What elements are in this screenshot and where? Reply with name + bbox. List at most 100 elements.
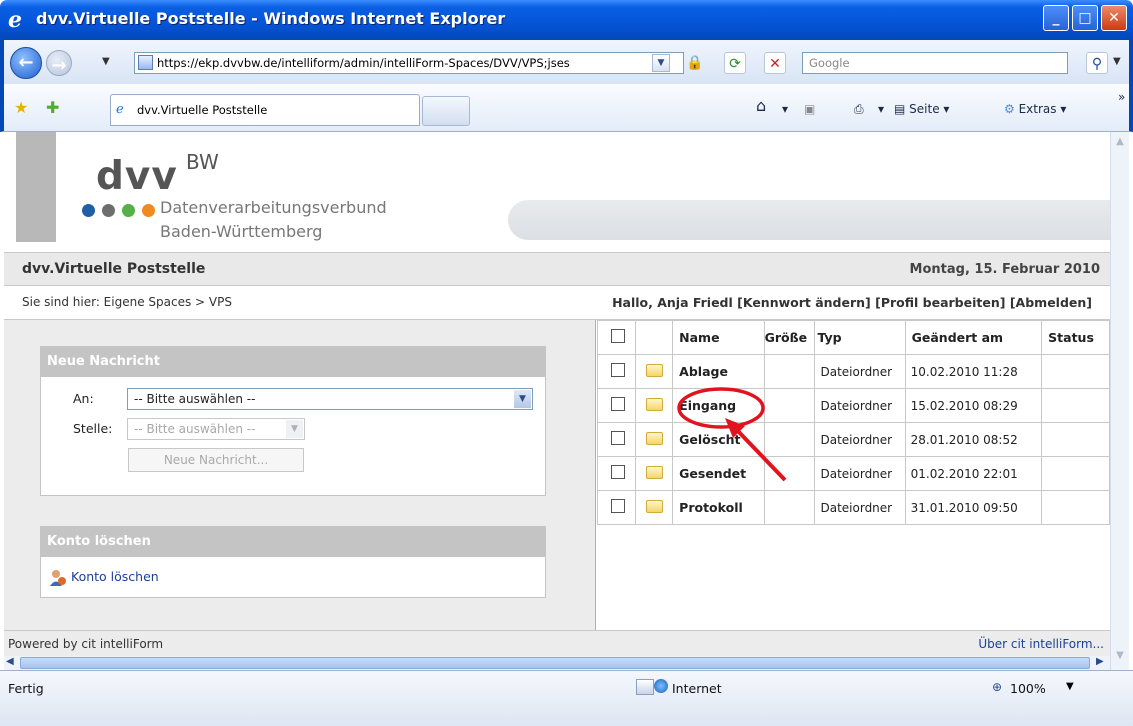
left-pane: Neue Nachricht An: -- Bitte auswählen --… (4, 320, 596, 630)
user-greeting: Hallo, Anja Friedl (612, 295, 733, 310)
new-message-box: Neue Nachricht An: -- Bitte auswählen --… (40, 346, 546, 496)
zoom-icon: ⊕ (992, 680, 1003, 694)
header-pill-decor (508, 200, 1118, 240)
forward-button[interactable]: → (46, 50, 72, 76)
new-message-header: Neue Nachricht (41, 347, 545, 377)
site-header: dvv BW Datenverarbeitungsverbund Baden-W… (4, 132, 1118, 252)
breadcrumb: Sie sind hier: Eigene Spaces > VPS (22, 295, 232, 309)
page-menu-label: Seite (909, 102, 940, 116)
annotation-arrow-line (733, 426, 787, 482)
refresh-icon[interactable]: ⟳ (724, 52, 746, 74)
tab-label: dvv.Virtuelle Poststelle (137, 103, 268, 117)
chevron-down-icon[interactable]: ▼ (286, 420, 303, 438)
horizontal-scrollbar[interactable]: ◀ ▶ (4, 656, 1110, 670)
gear-icon: ⚙ (1004, 102, 1015, 116)
scroll-down-icon[interactable]: ▼ (1113, 650, 1127, 664)
lock-icon[interactable]: 🔒 (684, 52, 706, 74)
window-title: dvv.Virtuelle Poststelle - Windows Inter… (36, 9, 506, 28)
tools-menu-label: Extras (1018, 102, 1057, 116)
vertical-scrollbar[interactable]: ▲ ▼ (1110, 132, 1129, 670)
tab-vps[interactable]: ℯ dvv.Virtuelle Poststelle (110, 94, 420, 126)
breadcrumb-bar: Sie sind hier: Eigene Spaces > VPS Hallo… (4, 286, 1110, 320)
logo-dot-grey (102, 204, 115, 217)
about-link[interactable]: Über cit intelliForm... (978, 637, 1104, 651)
globe-icon (654, 679, 668, 693)
edit-profile-link[interactable]: [Profil bearbeiten] (875, 295, 1005, 310)
app-name: dvv.Virtuelle Poststelle (22, 261, 206, 277)
header-decor-strip (16, 132, 56, 242)
delete-account-header: Konto löschen (41, 527, 545, 557)
tab-toolbar: ★ ✚ ℯ dvv.Virtuelle Poststelle ⌂ ▾ ▣ ⎙ ▾… (0, 84, 1133, 132)
powered-by-text: Powered by cit intelliForm (8, 637, 164, 651)
app-bar: dvv.Virtuelle Poststelle Montag, 15. Feb… (4, 252, 1110, 286)
ie-page-icon: ℯ (116, 102, 124, 117)
close-button[interactable]: ✕ (1101, 5, 1127, 31)
feeds-icon[interactable]: ▣ (804, 102, 815, 116)
address-input[interactable]: https://ekp.dvvbw.de/intelliform/admin/i… (134, 52, 684, 74)
logo-dot-orange (142, 204, 155, 217)
search-input[interactable]: Google (802, 52, 1068, 74)
zoom-level[interactable]: 100% (1010, 681, 1046, 696)
scroll-up-icon[interactable]: ▲ (1113, 136, 1127, 150)
file-list-pane: Name Größe Typ Geändert am Status Ablage… (596, 320, 1110, 630)
user-icon (50, 570, 66, 586)
to-label: An: (73, 391, 94, 406)
user-links: Hallo, Anja Friedl [Kennwort ändern] [Pr… (612, 295, 1092, 310)
address-toolbar: ← → ▼ https://ekp.dvvbw.de/intelliform/a… (0, 40, 1133, 84)
new-message-button[interactable]: Neue Nachricht... (128, 448, 304, 472)
recipient-select-value: -- Bitte auswählen -- (134, 392, 256, 406)
app-date: Montag, 15. Februar 2010 (909, 262, 1100, 277)
back-button[interactable]: ← (10, 47, 42, 79)
page-content: dvv BW Datenverarbeitungsverbund Baden-W… (4, 132, 1129, 670)
new-tab-button[interactable] (422, 96, 470, 126)
logo-text: dvv (96, 154, 178, 199)
red-annotation (677, 387, 787, 482)
status-bar: Fertig Internet ⊕ 100% ▼ (0, 670, 1133, 726)
office-label: Stelle: (73, 421, 113, 436)
print-icon[interactable]: ⎙ (854, 102, 864, 117)
tools-menu[interactable]: ⚙ Extras ▾ (1004, 102, 1066, 116)
address-text: https://ekp.dvvbw.de/intelliform/admin/i… (157, 56, 570, 70)
logo-superscript: BW (186, 150, 219, 174)
history-dropdown-icon[interactable]: ▼ (102, 56, 110, 67)
logo-dot-green (122, 204, 135, 217)
logo-dot-blue (82, 204, 95, 217)
delete-account-box: Konto löschen Konto löschen (40, 526, 546, 598)
scroll-right-icon[interactable]: ▶ (1096, 656, 1104, 667)
more-commands-icon[interactable]: » (1118, 90, 1125, 104)
logout-link[interactable]: [Abmelden] (1010, 295, 1092, 310)
stop-icon[interactable]: ✕ (764, 52, 786, 74)
ie-logo-icon: e (8, 7, 22, 33)
delete-account-link[interactable]: Konto löschen (71, 569, 159, 584)
maximize-button[interactable]: □ (1072, 5, 1098, 31)
print-dropdown-icon[interactable]: ▾ (878, 102, 884, 116)
home-icon[interactable]: ⌂ (756, 96, 766, 115)
change-password-link[interactable]: [Kennwort ändern] (737, 295, 871, 310)
zoom-dropdown-icon[interactable]: ▼ (1066, 681, 1074, 692)
search-options-icon[interactable]: ▼ (1113, 56, 1121, 67)
scroll-left-icon[interactable]: ◀ (6, 656, 14, 667)
protected-mode-icon[interactable] (636, 679, 654, 695)
page-icon (138, 55, 153, 70)
add-favorites-icon[interactable]: ✚ (46, 98, 59, 117)
annotation-circle (677, 387, 765, 429)
recipient-select[interactable]: -- Bitte auswählen -- ▼ (127, 388, 533, 410)
office-select-value: -- Bitte auswählen -- (134, 422, 256, 436)
page-menu[interactable]: ▤ Seite ▾ (894, 102, 949, 116)
logo-line-1: Datenverarbeitungsverbund (160, 198, 387, 217)
chevron-down-icon[interactable]: ▼ (514, 390, 531, 408)
security-zone: Internet (672, 681, 722, 696)
page-footer: Powered by cit intelliForm Über cit inte… (4, 630, 1110, 656)
title-bar: e dvv.Virtuelle Poststelle - Windows Int… (0, 0, 1133, 40)
home-dropdown-icon[interactable]: ▾ (782, 102, 788, 116)
status-text: Fertig (8, 681, 44, 696)
office-select[interactable]: -- Bitte auswählen -- ▼ (127, 418, 305, 440)
horizontal-scroll-thumb[interactable] (20, 657, 1090, 669)
page-menu-icon: ▤ (894, 102, 906, 116)
search-icon[interactable]: ⚲ (1086, 52, 1108, 74)
minimize-button[interactable]: _ (1043, 5, 1069, 31)
search-placeholder: Google (809, 56, 850, 70)
address-dropdown-icon[interactable]: ▼ (652, 54, 670, 72)
logo-line-2: Baden-Württemberg (160, 222, 323, 241)
favorites-star-icon[interactable]: ★ (14, 98, 28, 117)
